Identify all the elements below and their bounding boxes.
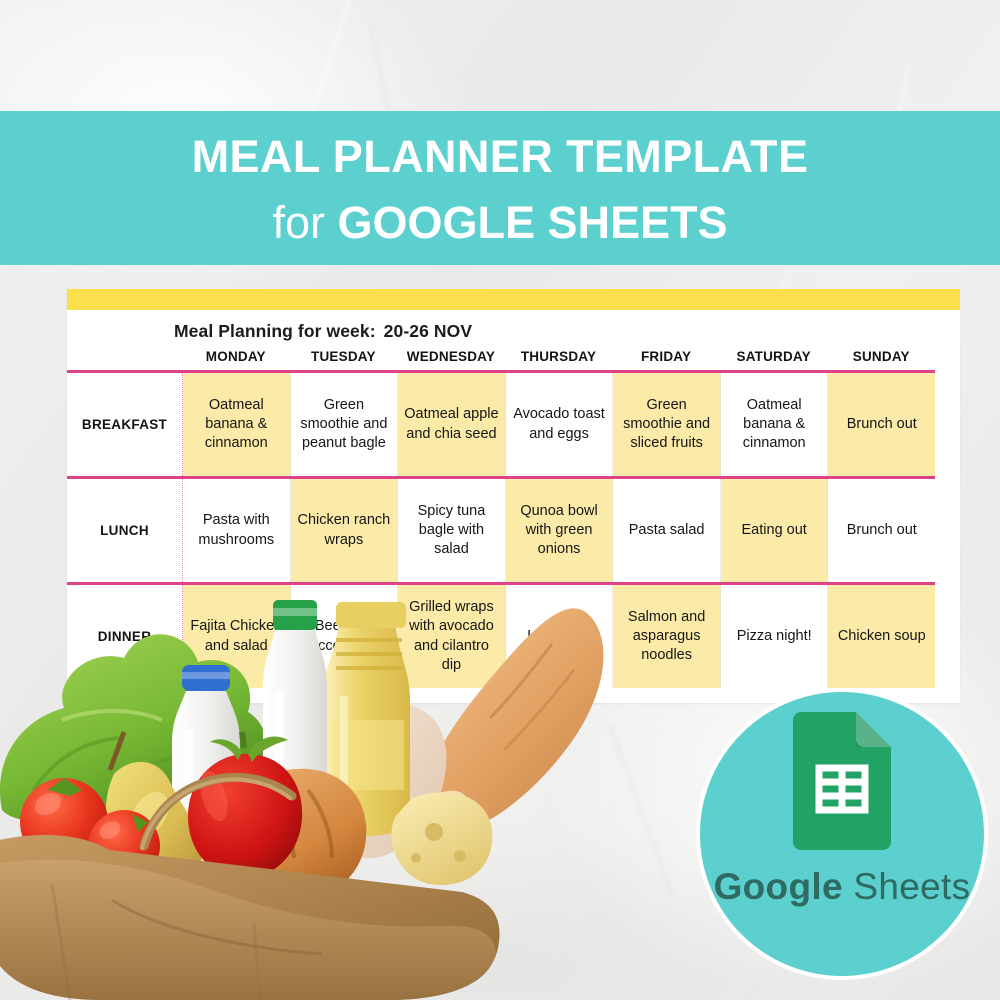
cell-breakfast-saturday[interactable]: Oatmeal banana & cinnamon [720,373,829,476]
cell-text: Oatmeal banana & cinnamon [204,396,268,452]
cell-text: Brunch out [846,521,917,538]
day-header-saturday: SATURDAY [736,349,811,364]
week-heading-label: Meal Planning for week: [174,321,376,341]
meal-row-breakfast: BREAKFAST Oatmeal banana & cinnamon Gree… [67,370,960,476]
poster-canvas: MEAL PLANNER TEMPLATE for GOOGLE SHEETS … [0,0,1000,1000]
marble-vein [306,0,357,127]
cell-dinner-sunday[interactable]: Chicken soup [828,585,936,688]
badge-brand-sheets: Sheets [842,866,971,907]
cell-text: Pizza night! [736,627,812,644]
cell-dinner-saturday[interactable]: Pizza night! [720,585,829,688]
day-header-monday: MONDAY [205,349,266,364]
cell-text: Avocado toast and eggs [513,406,605,442]
cell-breakfast-thursday[interactable]: Avocado toast and eggs [505,373,614,476]
cell-text: Pasta with mushrooms [198,512,275,548]
cell-breakfast-tuesday[interactable]: Green smoothie and peanut bagle [290,373,399,476]
cell-lunch-saturday[interactable]: Eating out [720,479,829,582]
cell-lunch-tuesday[interactable]: Chicken ranch wraps [290,479,399,582]
poster-title-google-sheets: GOOGLE SHEETS [337,197,728,248]
poster-title-line2: for GOOGLE SHEETS [0,179,1000,245]
cell-breakfast-wednesday[interactable]: Oatmeal apple and chia seed [398,373,506,476]
poster-title-line1: MEAL PLANNER TEMPLATE [191,131,809,182]
card-top-accent-bar [67,289,960,310]
cell-lunch-friday[interactable]: Pasta salad [613,479,721,582]
cell-lunch-monday[interactable]: Pasta with mushrooms [183,479,291,582]
cell-text: Green smoothie and sliced fruits [623,396,711,452]
cell-text: Pasta salad [628,521,705,538]
breakfast-cells: Oatmeal banana & cinnamon Green smoothie… [182,373,936,476]
poster-title-for: for [272,197,338,248]
badge-brand-text: Google Sheets [696,866,988,908]
cell-lunch-wednesday[interactable]: Spicy tuna bagle with salad [398,479,506,582]
badge-brand-google: Google [713,866,843,907]
cell-text: Spicy tuna bagle with salad [417,502,486,558]
day-header-tuesday: TUESDAY [311,349,376,364]
lunch-cells: Pasta with mushrooms Chicken ranch wraps… [182,479,936,582]
cell-breakfast-monday[interactable]: Oatmeal banana & cinnamon [183,373,291,476]
day-header-wednesday: WEDNESDAY [406,349,496,364]
google-sheets-doc-icon [793,712,891,850]
cell-text: Green smoothie and peanut bagle [300,396,388,452]
cell-lunch-sunday[interactable]: Brunch out [828,479,936,582]
cell-text: Oatmeal apple and chia seed [404,406,499,442]
cell-text: Eating out [741,521,807,538]
cell-text: Salmon and asparagus noodles [627,608,706,664]
cell-text: Chicken soup [837,627,926,644]
row-label-lunch: LUNCH [100,523,149,538]
grocery-bag-photo [0,600,604,1000]
day-header-friday: FRIDAY [640,349,692,364]
cell-lunch-thursday[interactable]: Qunoa bowl with green onions [505,479,614,582]
cheese-icon [391,792,493,885]
week-heading: Meal Planning for week: 20-26 NOV [174,321,472,342]
day-header-row: MONDAY TUESDAY WEDNESDAY THURSDAY FRIDAY… [182,349,935,364]
meal-row-lunch: LUNCH Pasta with mushrooms Chicken ranch… [67,476,960,582]
cell-breakfast-friday[interactable]: Green smoothie and sliced fruits [613,373,721,476]
cell-breakfast-sunday[interactable]: Brunch out [828,373,936,476]
title-banner: MEAL PLANNER TEMPLATE for GOOGLE SHEETS [0,111,1000,265]
week-heading-value[interactable]: 20-26 NOV [384,321,472,341]
cell-text: Brunch out [846,415,917,432]
cell-text: Oatmeal banana & cinnamon [742,396,806,452]
cell-text: Chicken ranch wraps [297,512,391,548]
row-label-breakfast: BREAKFAST [81,417,168,432]
day-header-thursday: THURSDAY [520,349,597,364]
cell-text: Qunoa bowl with green onions [520,502,598,558]
google-sheets-badge: Google Sheets [696,688,988,980]
day-header-sunday: SUNDAY [852,349,910,364]
